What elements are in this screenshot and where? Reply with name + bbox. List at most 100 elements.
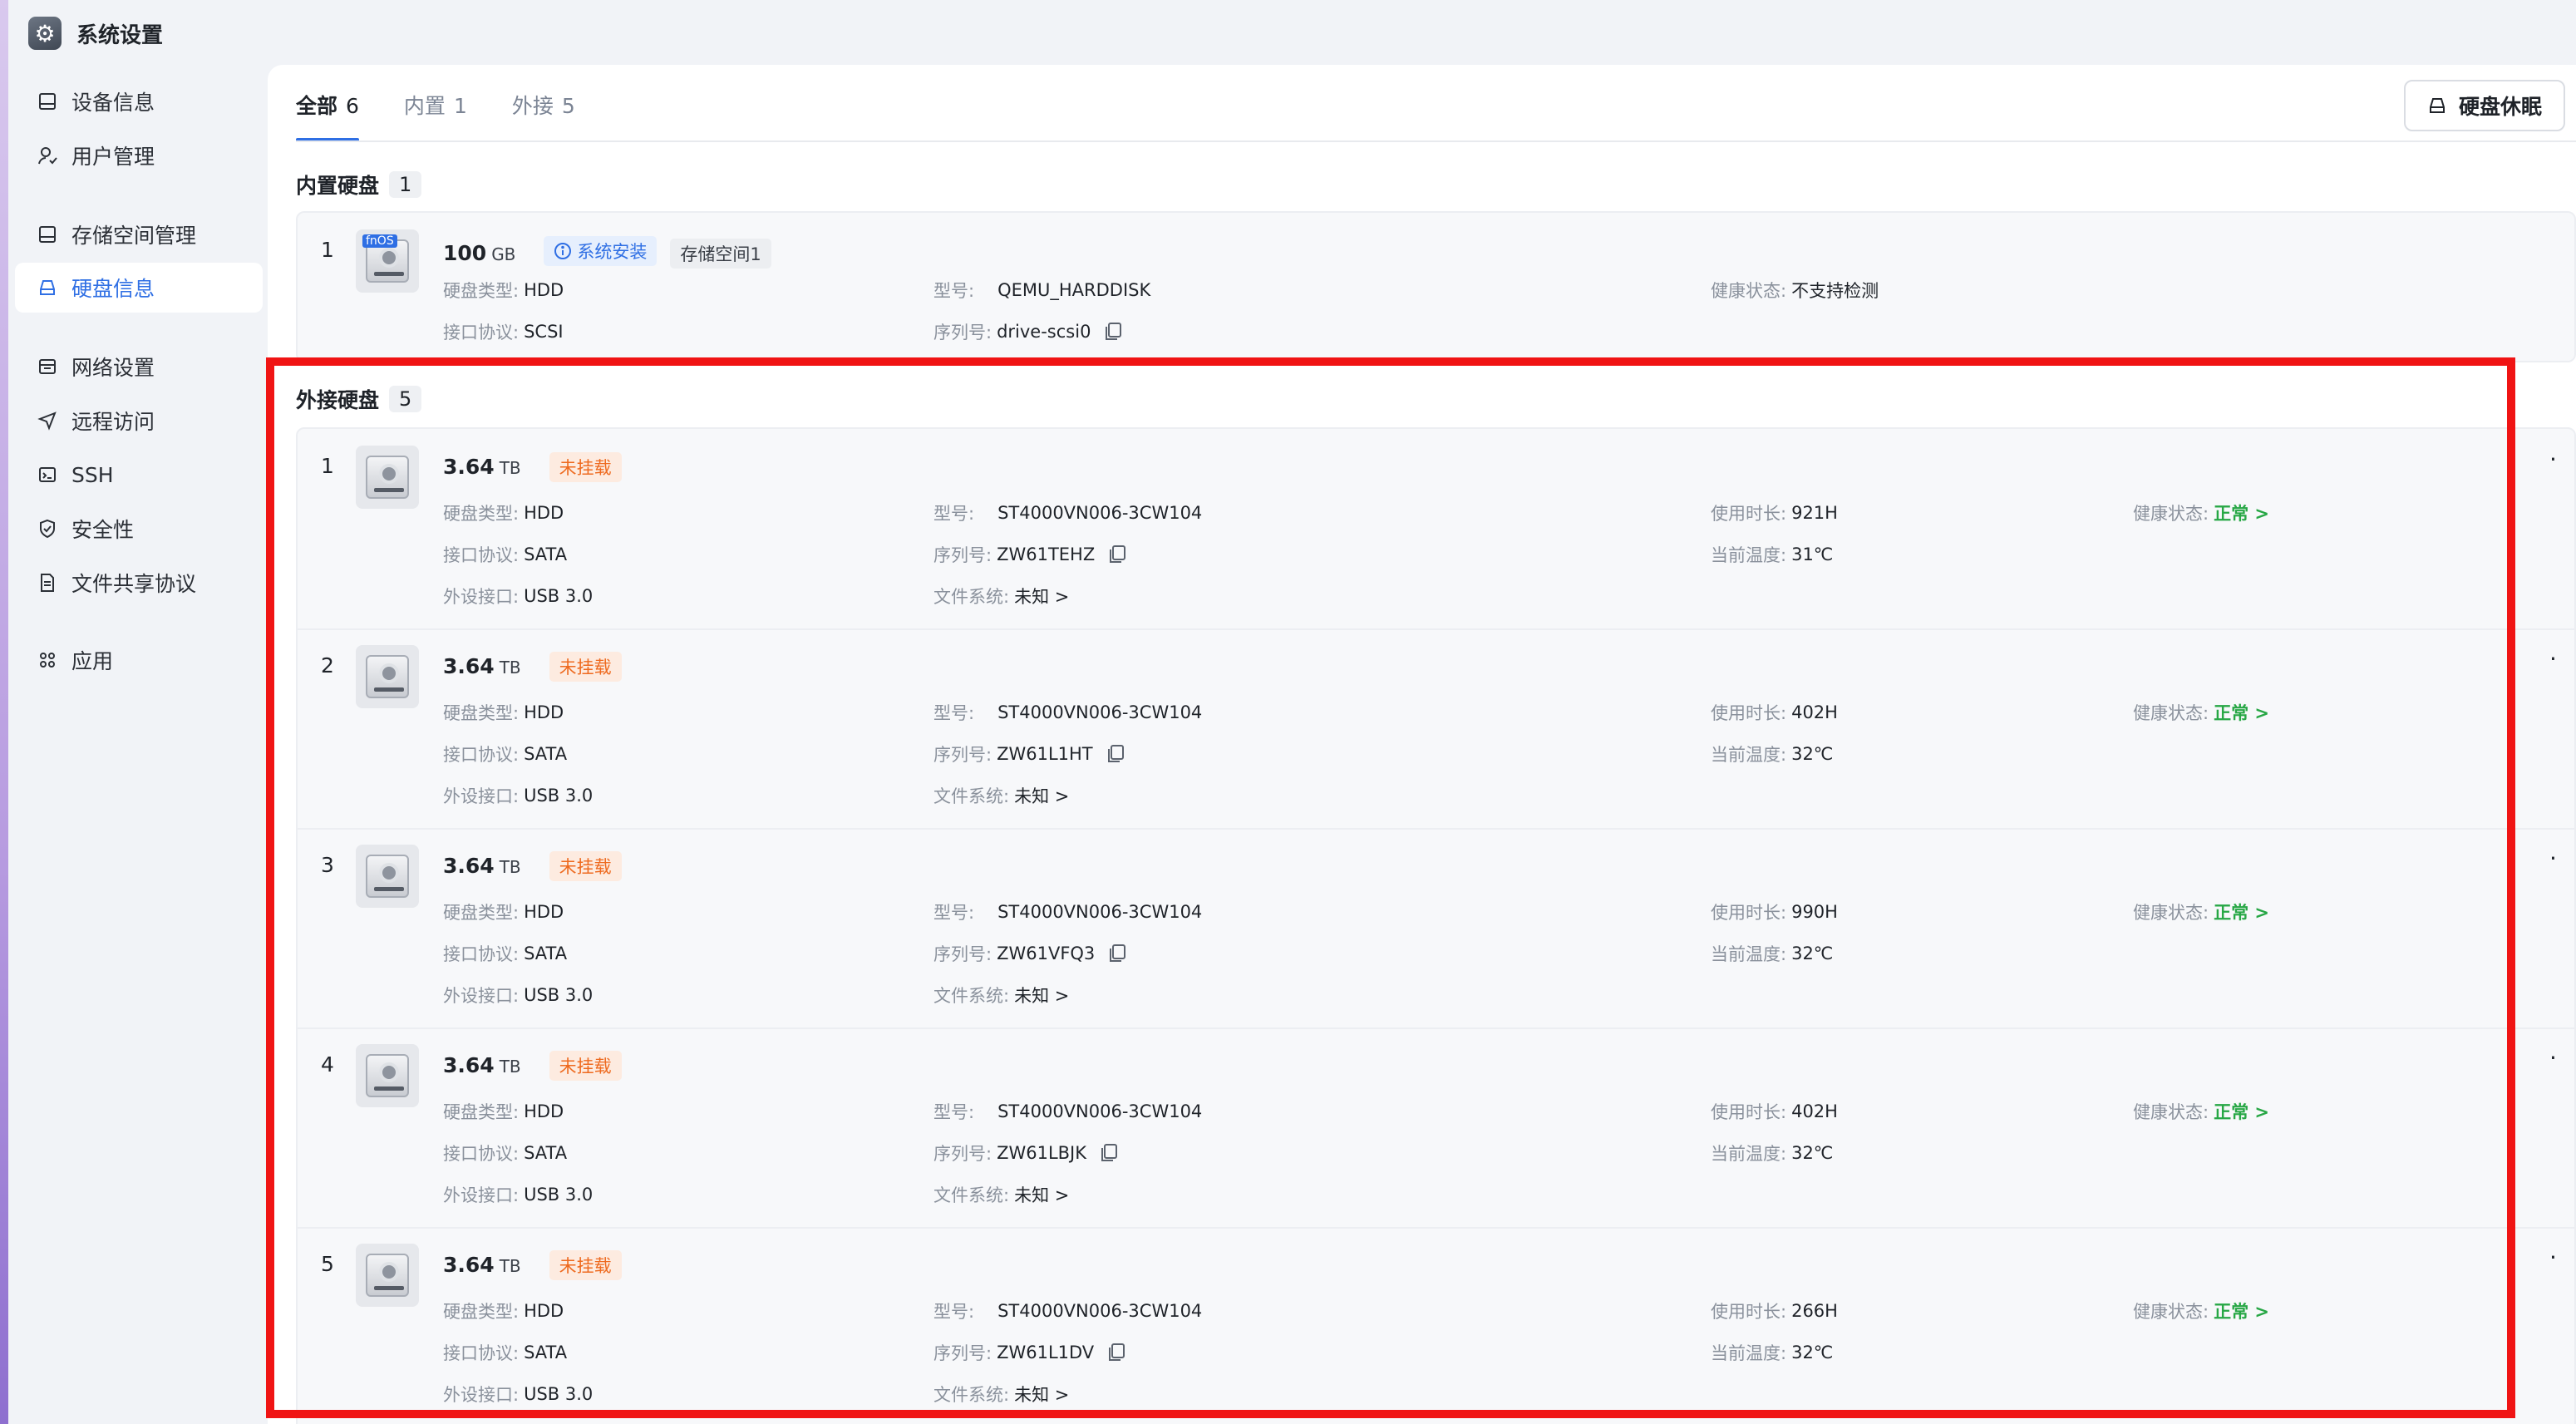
disk-temperature-field: 当前温度: 32℃ [1711,1141,1833,1165]
disk-index: 3 [321,853,334,877]
disk-temperature-field: 当前温度: 31℃ [1711,542,1833,567]
capacity-unit: TB [499,458,521,478]
health-status-link[interactable]: 正常 > [2214,899,2269,924]
copy-icon[interactable] [1108,544,1126,564]
sidebar-item-storage[interactable]: 存储空间管理 [15,209,263,259]
more-menu-icon[interactable]: · [2549,1044,2557,1072]
internal-disk-row[interactable]: 1 fnOS 100 GB 系统安装 存储空间1 硬盘类型: HDD 接口协议: S… [298,213,2576,364]
health-status-link[interactable]: 正常 > [2214,500,2269,525]
sidebar-item-label: 设备信息 [71,91,155,115]
more-menu-icon[interactable]: · [2549,645,2557,673]
field-label: 序列号: [933,745,992,765]
capacity-unit: TB [499,658,521,678]
tab-count: 1 [453,94,467,118]
more-menu-icon[interactable]: · [2549,845,2557,872]
field-label: 健康状态: [2133,504,2209,524]
sidebar-item-label: 文件共享协议 [71,572,197,596]
field-value: SATA [524,744,568,764]
disk-health-field[interactable]: 健康状态: 正常 > [2133,700,2269,725]
external-disk-row[interactable]: 4 3.64 TB 未挂载 硬盘类型: HDD 接口协议: SATA 外设接口: US… [298,1027,2576,1227]
copy-icon[interactable] [1100,1143,1118,1163]
disk-sleep-button[interactable]: 硬盘休眠 [2404,80,2565,131]
disk-filesystem-field[interactable]: 文件系统: 未知 > [933,584,1069,609]
unmounted-badge: 未挂载 [549,652,622,682]
disk-filesystem-field[interactable]: 文件系统: 未知 > [933,1382,1069,1407]
external-disk-card: 1 3.64 TB 未挂载 硬盘类型: HDD 接口协议: SATA 外设接口: US… [296,427,2576,1424]
capacity-unit: TB [499,1256,521,1276]
sidebar-item-security[interactable]: 安全性 [15,504,263,554]
field-value: 31℃ [1791,544,1834,564]
field-value: 不支持检测 [1791,281,1879,301]
external-disk-row[interactable]: 1 3.64 TB 未挂载 硬盘类型: HDD 接口协议: SATA 外设接口: US… [298,429,2576,628]
field-value: 未知 > [1014,1185,1070,1205]
internal-section-title: 内置硬盘 1 [296,170,422,200]
hard-drive-icon [356,1244,419,1307]
copy-icon[interactable] [1108,944,1126,963]
field-label: 文件系统: [933,986,1010,1006]
capacity-value: 3.64 [443,854,495,878]
field-label: 文件系统: [933,1385,1010,1405]
health-status-link[interactable]: 正常 > [2214,700,2269,725]
disk-protocol-field: 接口协议: SATA [443,941,567,966]
sidebar-item-file-sharing[interactable]: 文件共享协议 [15,558,263,608]
copy-icon[interactable] [1106,744,1125,764]
disk-serial-field: 序列号: ZW61TEHZ [933,542,1126,567]
disk-filesystem-field[interactable]: 文件系统: 未知 > [933,983,1069,1008]
field-label: 型号: [933,703,975,723]
disk-capacity: 100 GB 系统安装 存储空间1 [443,236,771,269]
sidebar-item-network[interactable]: 网络设置 [15,342,263,392]
disk-filesystem-field[interactable]: 文件系统: 未知 > [933,1182,1069,1207]
disk-port-field: 外设接口: USB 3.0 [443,1382,593,1407]
window-edge-stripe [0,0,8,1424]
field-label: 型号: [933,281,975,301]
field-value: HDD [524,280,564,300]
disk-health-field: 健康状态: 不支持检测 [1711,278,1879,303]
external-disk-row[interactable]: 3 3.64 TB 未挂载 硬盘类型: HDD 接口协议: SATA 外设接口: US… [298,828,2576,1027]
disk-health-field[interactable]: 健康状态: 正常 > [2133,899,2269,924]
sidebar-item-ssh[interactable]: SSH [15,450,263,500]
section-title-text: 内置硬盘 [296,174,380,198]
sidebar-item-label: 硬盘信息 [71,277,155,301]
sidebar-item-disk-info[interactable]: 硬盘信息 [15,263,263,313]
copy-icon[interactable] [1107,1343,1125,1362]
sidebar-item-label: SSH [71,462,114,487]
disk-type-field: 硬盘类型: HDD [443,500,564,525]
field-label: 外设接口: [443,587,520,607]
external-disk-row[interactable]: 5 3.64 TB 未挂载 硬盘类型: HDD 接口协议: SATA 外设接口: US… [298,1227,2576,1424]
disk-health-field[interactable]: 健康状态: 正常 > [2133,500,2269,525]
field-value: ST4000VN006-3CW104 [997,702,1203,722]
health-status-link[interactable]: 正常 > [2214,1298,2269,1323]
disk-index: 1 [321,454,334,478]
field-value: HDD [524,1101,564,1121]
disk-serial-field: 序列号: ZW61L1HT [933,742,1125,766]
tab-all[interactable]: 全部 6 [296,65,359,141]
disk-capacity: 3.64 TB 未挂载 [443,652,622,682]
more-menu-icon[interactable]: · [2549,1244,2557,1271]
field-label: 使用时长: [1711,903,1787,923]
disk-icon [2429,98,2445,113]
health-status-link[interactable]: 正常 > [2214,1099,2269,1124]
field-label: 型号: [933,504,975,524]
disk-health-field[interactable]: 健康状态: 正常 > [2133,1099,2269,1124]
disk-health-field[interactable]: 健康状态: 正常 > [2133,1298,2269,1323]
tab-external[interactable]: 外接 5 [512,65,575,141]
sidebar-item-device-info[interactable]: 设备信息 [15,76,263,126]
sidebar-item-user-management[interactable]: 用户管理 [15,131,263,180]
disk-filesystem-field[interactable]: 文件系统: 未知 > [933,783,1069,808]
sidebar-item-apps[interactable]: 应用 [15,635,263,685]
disk-serial-field: 序列号: drive-scsi0 [933,319,1122,344]
hard-drive-icon [356,446,419,509]
tab-internal[interactable]: 内置 1 [404,65,467,141]
disk-index: 1 [321,238,334,262]
field-label: 当前温度: [1711,944,1787,964]
field-label: 接口协议: [443,745,520,765]
external-disk-row[interactable]: 2 3.64 TB 未挂载 硬盘类型: HDD 接口协议: SATA 外设接口: US… [298,628,2576,828]
copy-icon[interactable] [1104,322,1122,342]
sidebar-item-label: 网络设置 [71,356,155,380]
field-value: 未知 > [1014,587,1070,607]
more-menu-icon[interactable]: · [2549,446,2557,473]
disk-type-field: 硬盘类型: HDD [443,1099,564,1124]
send-icon [35,408,60,433]
disk-protocol-field: 接口协议: SATA [443,742,567,766]
sidebar-item-remote-access[interactable]: 远程访问 [15,396,263,446]
